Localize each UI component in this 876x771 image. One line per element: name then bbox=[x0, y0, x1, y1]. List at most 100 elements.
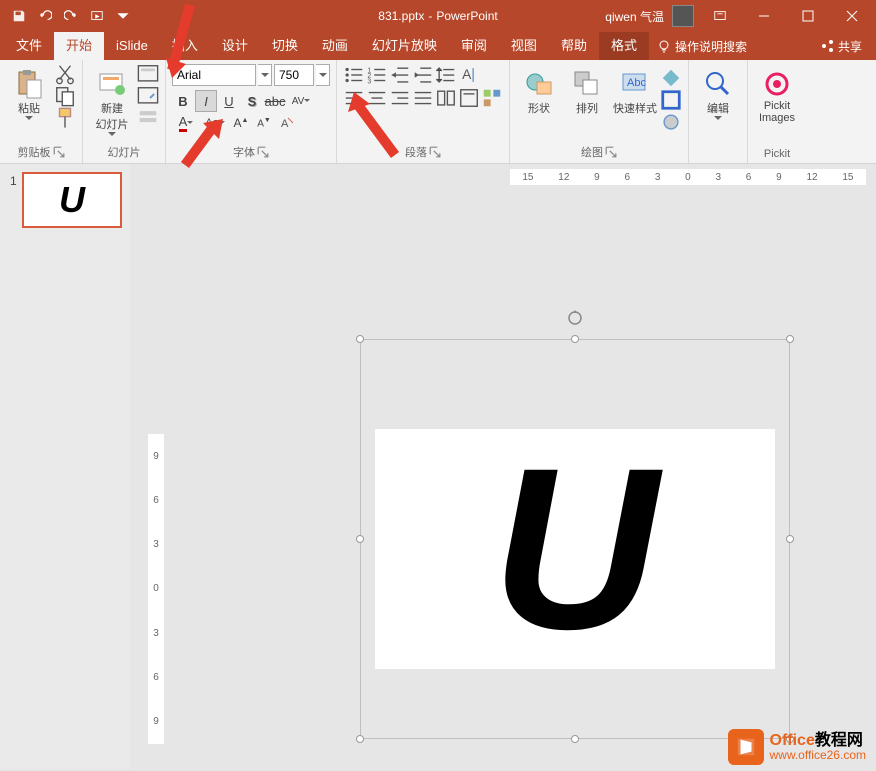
decrease-indent-button[interactable] bbox=[389, 64, 411, 86]
svg-text:Abc: Abc bbox=[627, 77, 646, 89]
strikethrough-button[interactable]: abc bbox=[264, 90, 286, 112]
editing-button[interactable]: 编辑 bbox=[695, 64, 741, 120]
cut-icon[interactable] bbox=[54, 64, 76, 84]
undo-icon[interactable] bbox=[34, 5, 56, 27]
tab-transitions[interactable]: 切换 bbox=[260, 32, 310, 60]
resize-handle-r[interactable] bbox=[786, 535, 794, 543]
slide-editor[interactable]: 151296303691215 9630369 U bbox=[130, 164, 876, 769]
dialog-launcher-icon[interactable] bbox=[429, 146, 441, 158]
avatar[interactable] bbox=[672, 5, 694, 27]
tab-home[interactable]: 开始 bbox=[54, 32, 104, 60]
save-icon[interactable] bbox=[8, 5, 30, 27]
shapes-icon bbox=[523, 68, 555, 100]
annotation-arrow bbox=[175, 115, 235, 175]
thumbnail-panel: 1 U bbox=[0, 164, 130, 769]
vertical-ruler: 9630369 bbox=[148, 434, 164, 744]
resize-handle-l[interactable] bbox=[356, 535, 364, 543]
new-slide-button[interactable]: 新建 幻灯片 bbox=[89, 64, 135, 136]
arrange-icon bbox=[571, 68, 603, 100]
bullets-button[interactable] bbox=[343, 64, 365, 86]
share-icon bbox=[820, 39, 834, 53]
annotation-arrow bbox=[160, 0, 220, 90]
ribbon-tabs: 文件 开始 iSlide 插入 设计 切换 动画 幻灯片放映 审阅 视图 帮助 … bbox=[0, 32, 876, 60]
format-painter-icon[interactable] bbox=[54, 108, 76, 128]
svg-text:A: A bbox=[281, 118, 289, 130]
horizontal-ruler: 151296303691215 bbox=[510, 169, 866, 185]
align-text-button[interactable] bbox=[458, 87, 480, 109]
font-size-input[interactable]: 750 bbox=[274, 64, 314, 86]
section-icon[interactable] bbox=[137, 108, 159, 128]
lightbulb-icon bbox=[657, 39, 671, 53]
decrease-font-button[interactable]: A▼ bbox=[253, 112, 275, 134]
selection-box bbox=[360, 339, 790, 739]
paste-button[interactable]: 粘贴 bbox=[6, 64, 52, 120]
shape-effects-icon[interactable] bbox=[660, 112, 682, 132]
quick-styles-button[interactable]: Abc 快速样式 bbox=[612, 64, 658, 116]
watermark-title: Office教程网 bbox=[770, 732, 867, 750]
ribbon-options-icon[interactable] bbox=[702, 2, 738, 30]
tab-format[interactable]: 格式 bbox=[599, 32, 649, 60]
character-spacing-button[interactable]: AV bbox=[287, 90, 315, 112]
columns-button[interactable] bbox=[435, 87, 457, 109]
increase-indent-button[interactable] bbox=[412, 64, 434, 86]
resize-handle-bl[interactable] bbox=[356, 735, 364, 743]
dialog-launcher-icon[interactable] bbox=[53, 146, 65, 158]
tab-view[interactable]: 视图 bbox=[499, 32, 549, 60]
group-drawing: 形状 排列 Abc 快速样式 绘图 bbox=[510, 60, 689, 163]
share-button[interactable]: 共享 bbox=[810, 38, 872, 55]
font-name-dropdown-icon[interactable] bbox=[258, 64, 272, 86]
new-slide-icon bbox=[96, 68, 128, 100]
shapes-button[interactable]: 形状 bbox=[516, 64, 562, 116]
chevron-down-icon bbox=[25, 116, 33, 120]
tab-review[interactable]: 审阅 bbox=[449, 32, 499, 60]
tab-file[interactable]: 文件 bbox=[4, 32, 54, 60]
dialog-launcher-icon[interactable] bbox=[257, 146, 269, 158]
shape-fill-icon[interactable] bbox=[660, 68, 682, 88]
bold-button[interactable]: B bbox=[172, 90, 194, 112]
slide-number: 1 bbox=[10, 174, 17, 188]
justify-button[interactable] bbox=[412, 87, 434, 109]
shadow-button[interactable]: S bbox=[241, 90, 263, 112]
tab-help[interactable]: 帮助 bbox=[549, 32, 599, 60]
annotation-arrow bbox=[340, 90, 410, 170]
numbering-button[interactable]: 123 bbox=[366, 64, 388, 86]
start-from-beginning-icon[interactable] bbox=[86, 5, 108, 27]
resize-handle-tr[interactable] bbox=[786, 335, 794, 343]
smartart-button[interactable] bbox=[481, 87, 503, 109]
tab-animations[interactable]: 动画 bbox=[310, 32, 360, 60]
close-icon[interactable] bbox=[834, 2, 870, 30]
qat-dropdown-icon[interactable] bbox=[112, 5, 134, 27]
filename-label: 831.pptx bbox=[378, 9, 424, 23]
maximize-icon[interactable] bbox=[790, 2, 826, 30]
clear-formatting-button[interactable]: A bbox=[276, 112, 298, 134]
resize-handle-tl[interactable] bbox=[356, 335, 364, 343]
underline-button[interactable]: U bbox=[218, 90, 240, 112]
italic-button[interactable]: I bbox=[195, 90, 217, 112]
svg-text:A: A bbox=[462, 67, 472, 82]
dialog-launcher-icon[interactable] bbox=[605, 146, 617, 158]
redo-icon[interactable] bbox=[60, 5, 82, 27]
username-label: qiwen 气温 bbox=[605, 8, 664, 25]
reset-icon[interactable] bbox=[137, 86, 159, 106]
pickit-icon bbox=[761, 68, 793, 100]
resize-handle-t[interactable] bbox=[571, 335, 579, 343]
tab-islide[interactable]: iSlide bbox=[104, 32, 160, 60]
line-spacing-button[interactable] bbox=[435, 64, 457, 86]
pickit-images-button[interactable]: Pickit Images bbox=[754, 64, 800, 124]
copy-icon[interactable] bbox=[54, 86, 76, 106]
resize-handle-b[interactable] bbox=[571, 735, 579, 743]
arrange-button[interactable]: 排列 bbox=[564, 64, 610, 116]
minimize-icon[interactable] bbox=[746, 2, 782, 30]
slide-thumbnail[interactable]: U bbox=[22, 172, 122, 228]
workspace: 1 U 151296303691215 9630369 U bbox=[0, 164, 876, 769]
rotation-handle[interactable] bbox=[567, 310, 583, 326]
svg-text:3: 3 bbox=[367, 78, 371, 85]
group-editing: 编辑 bbox=[689, 60, 748, 163]
tab-slideshow[interactable]: 幻灯片放映 bbox=[360, 32, 449, 60]
font-size-dropdown-icon[interactable] bbox=[316, 64, 330, 86]
text-direction-button[interactable]: A bbox=[458, 64, 480, 86]
window-title: 831.pptx - PowerPoint bbox=[378, 9, 497, 23]
tell-me-search[interactable]: 操作说明搜索 bbox=[649, 38, 755, 55]
layout-icon[interactable] bbox=[137, 64, 159, 84]
shape-outline-icon[interactable] bbox=[660, 90, 682, 110]
